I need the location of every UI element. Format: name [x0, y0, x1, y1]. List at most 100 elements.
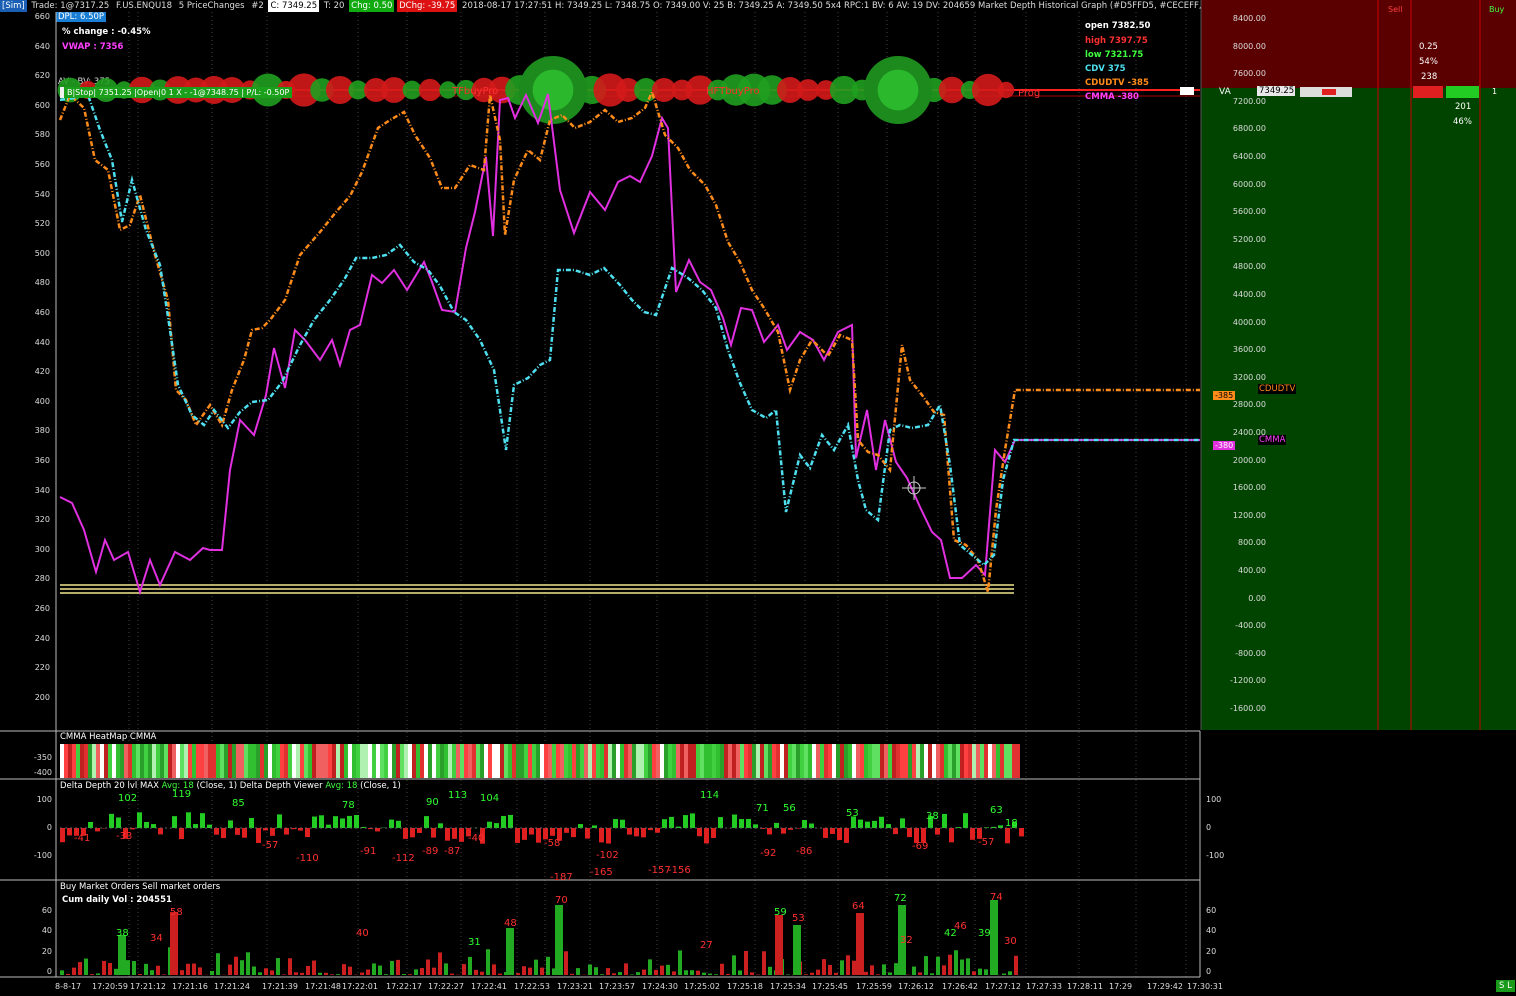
right-axis-tick: 2800.00 [1232, 400, 1266, 410]
time-axis-tick: 17:23:57 [599, 982, 635, 991]
vol-right-tick: 20 [1206, 947, 1217, 956]
volume-value: 64 [852, 901, 865, 912]
right-axis-tick: 6800.00 [1232, 124, 1266, 134]
ladder-v5: 46% [1453, 117, 1472, 127]
volume-value: 31 [468, 937, 481, 948]
left-axis-tick: 560 [34, 160, 50, 169]
volume-value: 72 [894, 893, 907, 904]
delta-right-tick: 100 [1206, 795, 1222, 804]
delta-left-tick: 100 [36, 795, 52, 804]
volume-value: 70 [555, 895, 568, 906]
left-axis-tick: 340 [34, 485, 50, 495]
right-axis-tick: 4000.00 [1232, 317, 1266, 327]
right-axis-tick: 400.00 [1238, 566, 1266, 575]
time-axis-tick: 17:29 [1109, 982, 1133, 991]
ladder-v3: 238 [1421, 72, 1438, 82]
crosshair-icon[interactable] [902, 476, 926, 500]
volume-value: 30 [1004, 936, 1017, 947]
time-axis-tick: 17:22:53 [514, 982, 550, 991]
volume-value: 39 [978, 928, 991, 939]
right-axis-tick: 7600.00 [1232, 69, 1266, 79]
volume-value: 59 [774, 907, 787, 918]
delta-value: 119 [172, 789, 192, 800]
left-axis-tick: 400 [34, 396, 50, 406]
status-badge[interactable]: S L [1496, 980, 1515, 992]
left-axis-tick: 300 [34, 544, 50, 554]
time-axis-tick: 17:25:45 [812, 982, 848, 991]
right-axis-tick: -400.00 [1235, 621, 1266, 631]
position-strip[interactable]: B|Stop| 7351.25 |Open|0 1 X - -1@7348.75… [64, 87, 293, 98]
delta-value: -87 [444, 846, 461, 857]
va-label: VA [1219, 87, 1231, 97]
ladder-one: 1 [1492, 87, 1498, 96]
time-axis-tick: 17:21:16 [172, 982, 208, 991]
right-axis-tick: 2000.00 [1232, 455, 1266, 465]
delta-value: 53 [846, 808, 859, 819]
cdudtv-marker: -385 [1213, 391, 1236, 400]
time-axis-tick: 17:21:39 [262, 982, 298, 991]
delta-value: -156 [668, 865, 691, 876]
legend-cdudtv: CDUDTV -385 [1085, 78, 1149, 88]
delta-value: -92 [760, 848, 777, 859]
right-axis-tick: -800.00 [1235, 648, 1266, 658]
volume-value: 58 [170, 907, 183, 918]
delta-left-tick: -100 [33, 851, 52, 860]
left-axis-tick: 620 [34, 71, 50, 81]
right-axis-tick: 3600.00 [1232, 345, 1266, 355]
chart-canvas[interactable] [0, 0, 1516, 996]
left-axis-tick: 440 [34, 337, 50, 347]
delta-value: -69 [912, 841, 929, 852]
left-axis-tick: 520 [34, 219, 50, 229]
heatmap-tick: -400 [33, 768, 52, 777]
delta-right-tick: 0 [1206, 823, 1212, 832]
delta-value: 90 [426, 797, 439, 808]
delta-value: 71 [756, 803, 769, 814]
left-axis-tick: 320 [34, 515, 50, 525]
volume-value: 40 [356, 928, 369, 939]
delta-value: -40 [468, 833, 485, 844]
delta-left-tick: 0 [46, 823, 52, 832]
delta-value: 56 [783, 803, 796, 814]
tfbuy-label: TFbuyPro [452, 86, 499, 97]
time-axis-tick: 17:21:48 [305, 982, 341, 991]
right-axis-tick: 8400.00 [1232, 14, 1266, 23]
volume-value: 74 [990, 892, 1003, 903]
left-axis-tick: 580 [34, 130, 50, 140]
delta-value: 78 [342, 800, 355, 811]
delta-value: -112 [392, 853, 415, 864]
time-axis-tick: 17:28:11 [1067, 982, 1103, 991]
delta-value: -102 [596, 850, 619, 861]
time-axis-tick: 17:27:33 [1026, 982, 1062, 991]
heatmap-tick: -350 [33, 753, 52, 762]
right-axis-tick: 3200.00 [1232, 372, 1266, 382]
delta-value: -165 [590, 867, 613, 878]
delta-value: 114 [700, 790, 720, 801]
cdudtv-marker-label: CDUDTV [1258, 384, 1297, 394]
vol-right-tick: 60 [1206, 906, 1217, 915]
delta-value: 85 [232, 798, 245, 809]
right-axis-tick: 7200.00 [1232, 96, 1266, 106]
vol-left-tick: 20 [41, 947, 52, 956]
prog-label: Prog [1018, 88, 1041, 99]
delta-title: Delta Depth 20 lvl MAX Avg: 18 (Close, 1… [60, 781, 401, 791]
ladder-buy-cell[interactable] [1446, 86, 1479, 98]
time-axis-tick: 17:22:01 [342, 982, 378, 991]
delta-right-tick: -100 [1206, 851, 1225, 860]
right-axis-tick: 6000.00 [1232, 179, 1266, 189]
left-axis-tick: 420 [34, 367, 50, 377]
left-axis-tick: 380 [34, 426, 50, 436]
right-axis-tick: 6400.00 [1232, 152, 1266, 161]
left-axis-tick: 240 [34, 633, 50, 643]
cdudtv-line [58, 88, 1200, 593]
left-axis-tick: 600 [34, 100, 50, 110]
time-axis-tick: 17:23:21 [557, 982, 593, 991]
left-axis-tick: 220 [34, 663, 50, 673]
vol-right-tick: 40 [1206, 926, 1217, 935]
ladder-sell-cell[interactable] [1413, 86, 1443, 98]
delta-value: -91 [360, 846, 377, 857]
volume-value: 53 [792, 913, 805, 924]
price-marker [1180, 87, 1194, 95]
time-axis-tick: 17:29:42 [1147, 982, 1183, 991]
cmma-marker-label: CMMA [1258, 435, 1287, 445]
right-axis-tick: -1200.00 [1230, 676, 1266, 686]
